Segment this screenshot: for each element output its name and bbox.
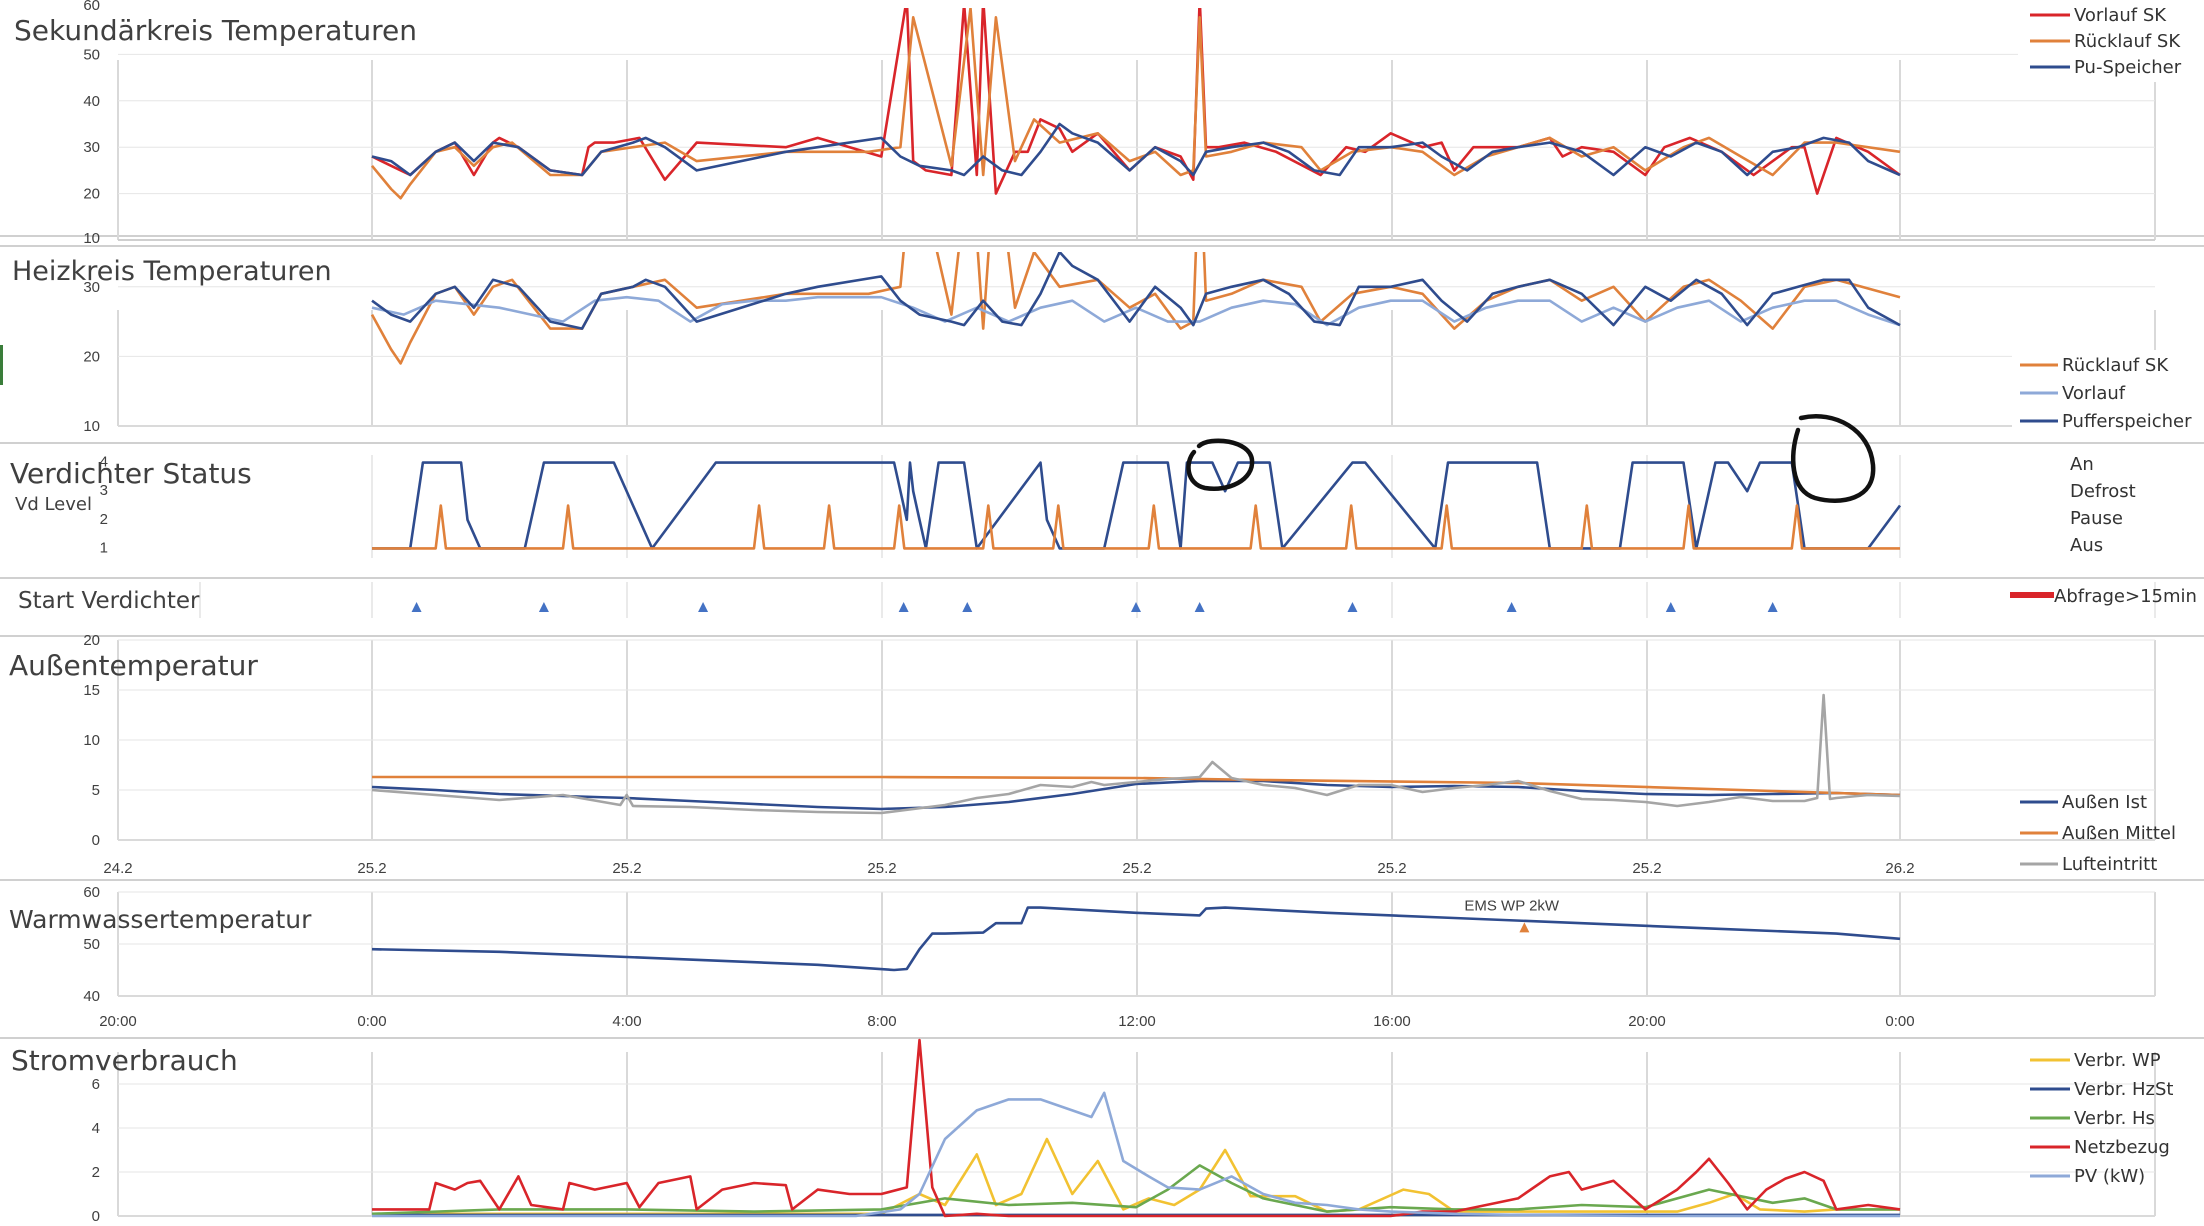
chart-stromverbrauch: 6 4 2 0 Verbr. WP Verbr. HzSt Verbr. Hs Netzbez… bbox=[11, 1038, 2173, 1225]
series-line-vd-level bbox=[372, 504, 1900, 550]
start-marker bbox=[1506, 602, 1517, 612]
y-tick-label: 60 bbox=[83, 0, 100, 14]
chart-title: Warmwassertemperatur bbox=[9, 905, 312, 934]
chart-start-verdichter: Start Verdichter Abfrage>15min bbox=[18, 582, 2197, 618]
x-tick-label: 26.2 bbox=[1885, 860, 1914, 877]
series-line-status bbox=[372, 461, 1902, 550]
legend-entry: Rücklauf SK bbox=[2062, 355, 2169, 376]
chart-title: Verdichter Status bbox=[10, 457, 252, 490]
legend-entry: Verbr. HzSt bbox=[2074, 1079, 2173, 1100]
y-tick-label: 0 bbox=[92, 1208, 100, 1225]
start-marker bbox=[1665, 602, 1676, 612]
x-tick-label: 12:00 bbox=[1118, 1013, 1156, 1030]
x-tick-label: 8:00 bbox=[867, 1013, 896, 1030]
y-tick-label: 20 bbox=[83, 348, 100, 365]
legend-entry: Lufteintritt bbox=[2062, 854, 2157, 875]
edge-marker bbox=[0, 345, 3, 385]
y-tick-label: 6 bbox=[92, 1076, 100, 1093]
y-tick-label: 15 bbox=[83, 682, 100, 699]
axis-label: Vd Level bbox=[15, 494, 92, 515]
y-tick-label: 50 bbox=[83, 936, 100, 953]
start-marker bbox=[1767, 602, 1778, 612]
x-tick-label: 0:00 bbox=[1885, 1013, 1914, 1030]
annotation-circle bbox=[1791, 414, 1876, 503]
y-tick-label: 20 bbox=[83, 632, 100, 649]
dashboard-canvas: 504030206010Vorlauf SKRücklauf SKPu-Spei… bbox=[0, 0, 2204, 1225]
status-label: An bbox=[2070, 454, 2094, 475]
status-label: Aus bbox=[2070, 535, 2103, 556]
y-tick-label: 4 bbox=[92, 1120, 100, 1137]
start-marker bbox=[411, 602, 422, 612]
chart-title: Stromverbrauch bbox=[11, 1044, 238, 1077]
y-tick-label: 5 bbox=[92, 782, 100, 799]
y-tick-label: 20 bbox=[83, 186, 100, 203]
x-tick-label: 4:00 bbox=[612, 1013, 641, 1030]
legend-entry: Pu-Speicher bbox=[2074, 57, 2182, 78]
start-marker bbox=[698, 602, 709, 612]
legend-entry: Abfrage>15min bbox=[2054, 586, 2197, 607]
legend-entry: Netzbezug bbox=[2074, 1137, 2170, 1158]
x-tick-label: 25.2 bbox=[612, 860, 641, 877]
legend-entry: Außen Ist bbox=[2062, 792, 2147, 813]
legend-entry: Vorlauf SK bbox=[2074, 5, 2167, 26]
legend-entry: Pufferspeicher bbox=[2062, 411, 2192, 432]
status-label: Pause bbox=[2070, 508, 2123, 529]
start-marker bbox=[1194, 602, 1205, 612]
start-marker bbox=[898, 602, 909, 612]
x-tick-label: 25.2 bbox=[1377, 860, 1406, 877]
y-tick-label: 2 bbox=[92, 1164, 100, 1181]
y-tick-label: 1 bbox=[100, 539, 108, 556]
y-tick-label: 2 bbox=[100, 511, 108, 528]
status-label: Defrost bbox=[2070, 481, 2136, 502]
legend-entry: Rücklauf SK bbox=[2074, 31, 2181, 52]
x-tick-label: 25.2 bbox=[357, 860, 386, 877]
start-marker bbox=[538, 602, 549, 612]
y-tick-label: 60 bbox=[83, 884, 100, 901]
chart-title: Heizkreis Temperaturen bbox=[12, 256, 332, 287]
y-tick-label: 10 bbox=[83, 732, 100, 749]
x-tick-label: 25.2 bbox=[1122, 860, 1151, 877]
chart-title: Außentemperatur bbox=[9, 649, 258, 682]
annotation-marker bbox=[1519, 922, 1530, 933]
legend-entry: Vorlauf bbox=[2062, 383, 2126, 404]
y-tick-label: 0 bbox=[92, 832, 100, 849]
x-tick-label: 25.2 bbox=[1632, 860, 1661, 877]
legend-entry: Außen Mittel bbox=[2062, 823, 2176, 844]
legend-entry: Verbr. WP bbox=[2074, 1050, 2161, 1071]
x-tick-label: 24.2 bbox=[103, 860, 132, 877]
x-tick-label: 25.2 bbox=[867, 860, 896, 877]
x-tick-label: 16:00 bbox=[1373, 1013, 1411, 1030]
chart-title: Start Verdichter bbox=[18, 588, 200, 614]
start-marker bbox=[962, 602, 973, 612]
legend-entry: PV (kW) bbox=[2074, 1166, 2145, 1187]
y-tick-label: 40 bbox=[83, 988, 100, 1005]
y-tick-label: 30 bbox=[83, 139, 100, 156]
chart-warmwasser: 60 50 40 20:00 0:00 4:00 8:00 12:00 16:00 20:00 0:… bbox=[9, 884, 2156, 1030]
annotation-label: EMS WP 2kW bbox=[1464, 897, 1560, 914]
start-marker bbox=[1347, 602, 1358, 612]
y-tick-label: 10 bbox=[83, 418, 100, 435]
y-tick-label: 50 bbox=[83, 46, 100, 63]
chart-sekundaerkreis: 50 40 30 20 60 10 Vorlauf SK Rücklauf SK Pu-Spei… bbox=[14, 0, 2204, 247]
legend-entry: Verbr. Hs bbox=[2074, 1108, 2155, 1129]
chart-title: Sekundärkreis Temperaturen bbox=[14, 14, 417, 47]
x-tick-label: 0:00 bbox=[357, 1013, 386, 1030]
x-tick-label: 20:00 bbox=[99, 1013, 137, 1030]
y-tick-label: 40 bbox=[83, 93, 100, 110]
x-tick-label: 20:00 bbox=[1628, 1013, 1666, 1030]
chart-heizkreis: 302010Rücklauf SKVorlaufPufferspeicherHe… bbox=[12, 252, 2204, 436]
y-tick-label: 10 bbox=[83, 230, 100, 247]
chart-verdichter-status: 4321Verdichter StatusVd LevelAnDefrostPa… bbox=[10, 414, 2136, 558]
chart-aussentemperatur: 20 15 10 5 024.2 25.2 25.2 25.2 25.2 25.2 25.2 26.2… bbox=[9, 632, 2176, 877]
start-marker bbox=[1131, 602, 1141, 612]
